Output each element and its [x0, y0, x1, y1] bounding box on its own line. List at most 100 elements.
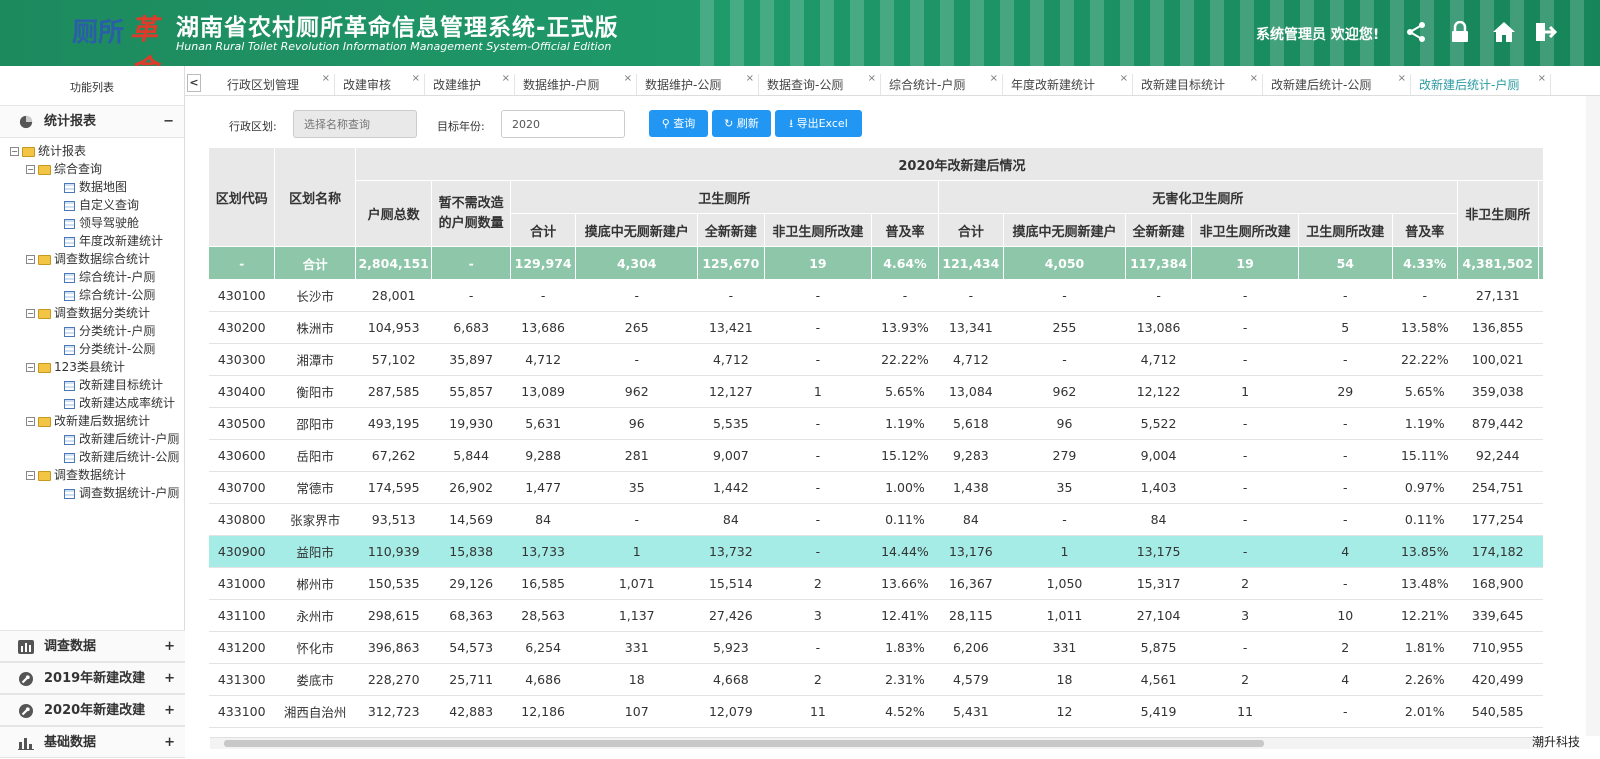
query-button[interactable]: ⚲ 查询 — [649, 110, 708, 137]
table-row[interactable]: 430100长沙市28,001------------27,131 — [209, 280, 1544, 312]
tree-collapse-icon[interactable]: − — [26, 471, 35, 480]
tree-item[interactable]: 改新建达成率统计 — [10, 394, 184, 412]
tree-item[interactable]: 改新建后统计-公厕 — [10, 448, 184, 466]
tree-collapse-icon[interactable]: − — [26, 255, 35, 264]
tree-item[interactable]: 调查数据统计-户厕 — [10, 484, 184, 502]
home-icon[interactable] — [1490, 18, 1518, 46]
tree-collapse-icon[interactable]: − — [26, 309, 35, 318]
sidebar-section[interactable]: 调查数据+ — [0, 630, 185, 662]
tab-item[interactable]: 数据维护-户厕× — [515, 74, 637, 96]
header-harmless-sum[interactable]: 合计 — [938, 214, 1003, 247]
tree-collapse-icon[interactable]: − — [26, 165, 35, 174]
tab-close-icon[interactable]: × — [1398, 70, 1406, 90]
tree-item[interactable]: 改新建目标统计 — [10, 376, 184, 394]
table-row[interactable]: 430600岳阳市67,2625,8449,2882819,007-15.12%… — [209, 440, 1544, 472]
logout-icon[interactable] — [1532, 18, 1560, 46]
sidebar-section[interactable]: 基础数据+ — [0, 726, 185, 758]
table-total-row[interactable]: -合计2,804,151-129,9744,304125,670194.64%1… — [209, 247, 1544, 280]
tab-close-icon[interactable]: × — [1120, 70, 1128, 90]
sidebar-section[interactable]: 2020年新建改建+ — [0, 694, 185, 726]
tree-item[interactable]: 领导驾驶舱 — [10, 214, 184, 232]
tab-close-icon[interactable]: × — [1538, 70, 1546, 90]
header-region-name[interactable]: 区划名称 — [275, 148, 356, 247]
tab-item[interactable]: 综合统计-户厕× — [881, 74, 1003, 96]
refresh-button[interactable]: ↻ 刷新 — [712, 110, 771, 137]
table-row[interactable]: 430900益阳市110,93915,83813,733113,732-14.4… — [209, 536, 1544, 568]
table-row[interactable]: 431000郴州市150,53529,12616,5851,07115,5142… — [209, 568, 1544, 600]
tab-close-icon[interactable]: × — [502, 70, 510, 90]
tab-item[interactable]: 改建审核× — [335, 74, 425, 96]
tree-folder[interactable]: −改新建后数据统计 — [10, 412, 184, 430]
tab-close-icon[interactable]: × — [868, 70, 876, 90]
table-row[interactable]: 430500邵阳市493,19519,9305,631965,535-1.19%… — [209, 408, 1544, 440]
share-icon[interactable] — [1402, 18, 1430, 46]
header-truncated[interactable]: 提 — [1538, 181, 1543, 247]
tree-item[interactable]: 分类统计-户厕 — [10, 322, 184, 340]
tree-folder[interactable]: −123类县统计 — [10, 358, 184, 376]
tab-close-icon[interactable]: × — [624, 70, 632, 90]
tab-item[interactable]: 改新建后统计-公厕× — [1263, 74, 1411, 96]
export-excel-button[interactable]: ⭳ 导出Excel — [775, 110, 862, 137]
tab-close-icon[interactable]: × — [1250, 70, 1258, 90]
header-sanitary-convert[interactable]: 非卫生厕所改建 — [764, 214, 872, 247]
tree-item[interactable]: 综合统计-户厕 — [10, 268, 184, 286]
expand-toggle[interactable]: + — [164, 727, 175, 759]
year-input[interactable] — [501, 110, 625, 138]
region-search-input[interactable] — [293, 110, 417, 138]
tree-collapse-icon[interactable]: − — [26, 417, 35, 426]
header-harmless-new[interactable]: 全新新建 — [1125, 214, 1191, 247]
tree-folder[interactable]: −调查数据综合统计 — [10, 250, 184, 268]
tab-scroll-left-icon[interactable]: < — [187, 74, 201, 92]
tab-item[interactable]: 改建维护× — [425, 74, 515, 96]
header-region-code[interactable]: 区划代码 — [209, 148, 275, 247]
tab-close-icon[interactable]: × — [322, 70, 330, 90]
header-harmless-rate[interactable]: 普及率 — [1392, 214, 1457, 247]
tree-folder[interactable]: −调查数据统计 — [10, 466, 184, 484]
tree-item[interactable]: 分类统计-公厕 — [10, 340, 184, 358]
header-no-need-count[interactable]: 暂不需改造的户厕数量 — [432, 181, 511, 247]
header-harmless-poor[interactable]: 摸底中无厕新建户 — [1004, 214, 1126, 247]
table-row[interactable]: 431200怀化市396,86354,5736,2543315,923-1.83… — [209, 632, 1544, 664]
tab-close-icon[interactable]: × — [746, 70, 754, 90]
tab-item[interactable]: 数据维护-公厕× — [637, 74, 759, 96]
tab-close-icon[interactable]: × — [412, 70, 420, 90]
scrollbar-thumb[interactable] — [224, 740, 1264, 747]
expand-toggle[interactable]: + — [164, 631, 175, 663]
header-sanitary-new[interactable]: 全新新建 — [698, 214, 764, 247]
collapse-toggle[interactable]: − — [163, 106, 174, 138]
tree-collapse-icon[interactable]: − — [10, 147, 19, 156]
tab-close-icon[interactable]: × — [990, 70, 998, 90]
header-sanitary-rate[interactable]: 普及率 — [872, 214, 938, 247]
table-row[interactable]: 431100永州市298,61568,36328,5631,13727,4263… — [209, 600, 1544, 632]
tree-item[interactable]: 自定义查询 — [10, 196, 184, 214]
tab-item[interactable]: 行政区划管理× — [219, 74, 335, 96]
table-row[interactable]: 431300娄底市228,27025,7114,686184,66822.31%… — [209, 664, 1544, 696]
header-harmless-sanitary-convert[interactable]: 卫生厕所改建 — [1298, 214, 1392, 247]
tree-folder[interactable]: −综合查询 — [10, 160, 184, 178]
table-row[interactable]: 430700常德市174,59526,9021,477351,442-1.00%… — [209, 472, 1544, 504]
tree-item[interactable]: 数据地图 — [10, 178, 184, 196]
table-row[interactable]: 430800张家界市93,51314,56984-84-0.11%84-84--… — [209, 504, 1544, 536]
tree-folder[interactable]: −统计报表 — [10, 142, 184, 160]
header-non-sanitary[interactable]: 非卫生厕所 — [1457, 181, 1538, 247]
tab-item[interactable]: 数据查询-公厕× — [759, 74, 881, 96]
lock-icon[interactable] — [1446, 18, 1474, 46]
tree-folder[interactable]: −调查数据分类统计 — [10, 304, 184, 322]
tab-item[interactable]: 改新建目标统计× — [1133, 74, 1263, 96]
header-sanitary-sum[interactable]: 合计 — [510, 214, 575, 247]
header-sanitary-poor[interactable]: 摸底中无厕新建户 — [576, 214, 698, 247]
expand-toggle[interactable]: + — [164, 695, 175, 727]
tab-item[interactable]: 年度改新建统计× — [1003, 74, 1133, 96]
tree-item[interactable]: 改新建后统计-户厕 — [10, 430, 184, 448]
tree-item[interactable]: 年度改新建统计 — [10, 232, 184, 250]
tab-item[interactable]: 改新建后统计-户厕× — [1411, 74, 1551, 96]
header-total-households[interactable]: 户厕总数 — [355, 181, 431, 247]
sidebar-section[interactable]: 2019年新建改建+ — [0, 662, 185, 694]
table-row[interactable]: 430300湘潭市57,10235,8974,712-4,712-22.22%4… — [209, 344, 1544, 376]
vertical-scrollbar[interactable] — [1586, 96, 1600, 736]
sidebar-section-statistics[interactable]: 统计报表 − — [0, 106, 184, 138]
tree-collapse-icon[interactable]: − — [26, 363, 35, 372]
horizontal-scrollbar[interactable] — [210, 737, 1544, 749]
table-row[interactable]: 433100湘西自治州312,72342,88312,18610712,0791… — [209, 696, 1544, 728]
expand-toggle[interactable]: + — [164, 663, 175, 695]
